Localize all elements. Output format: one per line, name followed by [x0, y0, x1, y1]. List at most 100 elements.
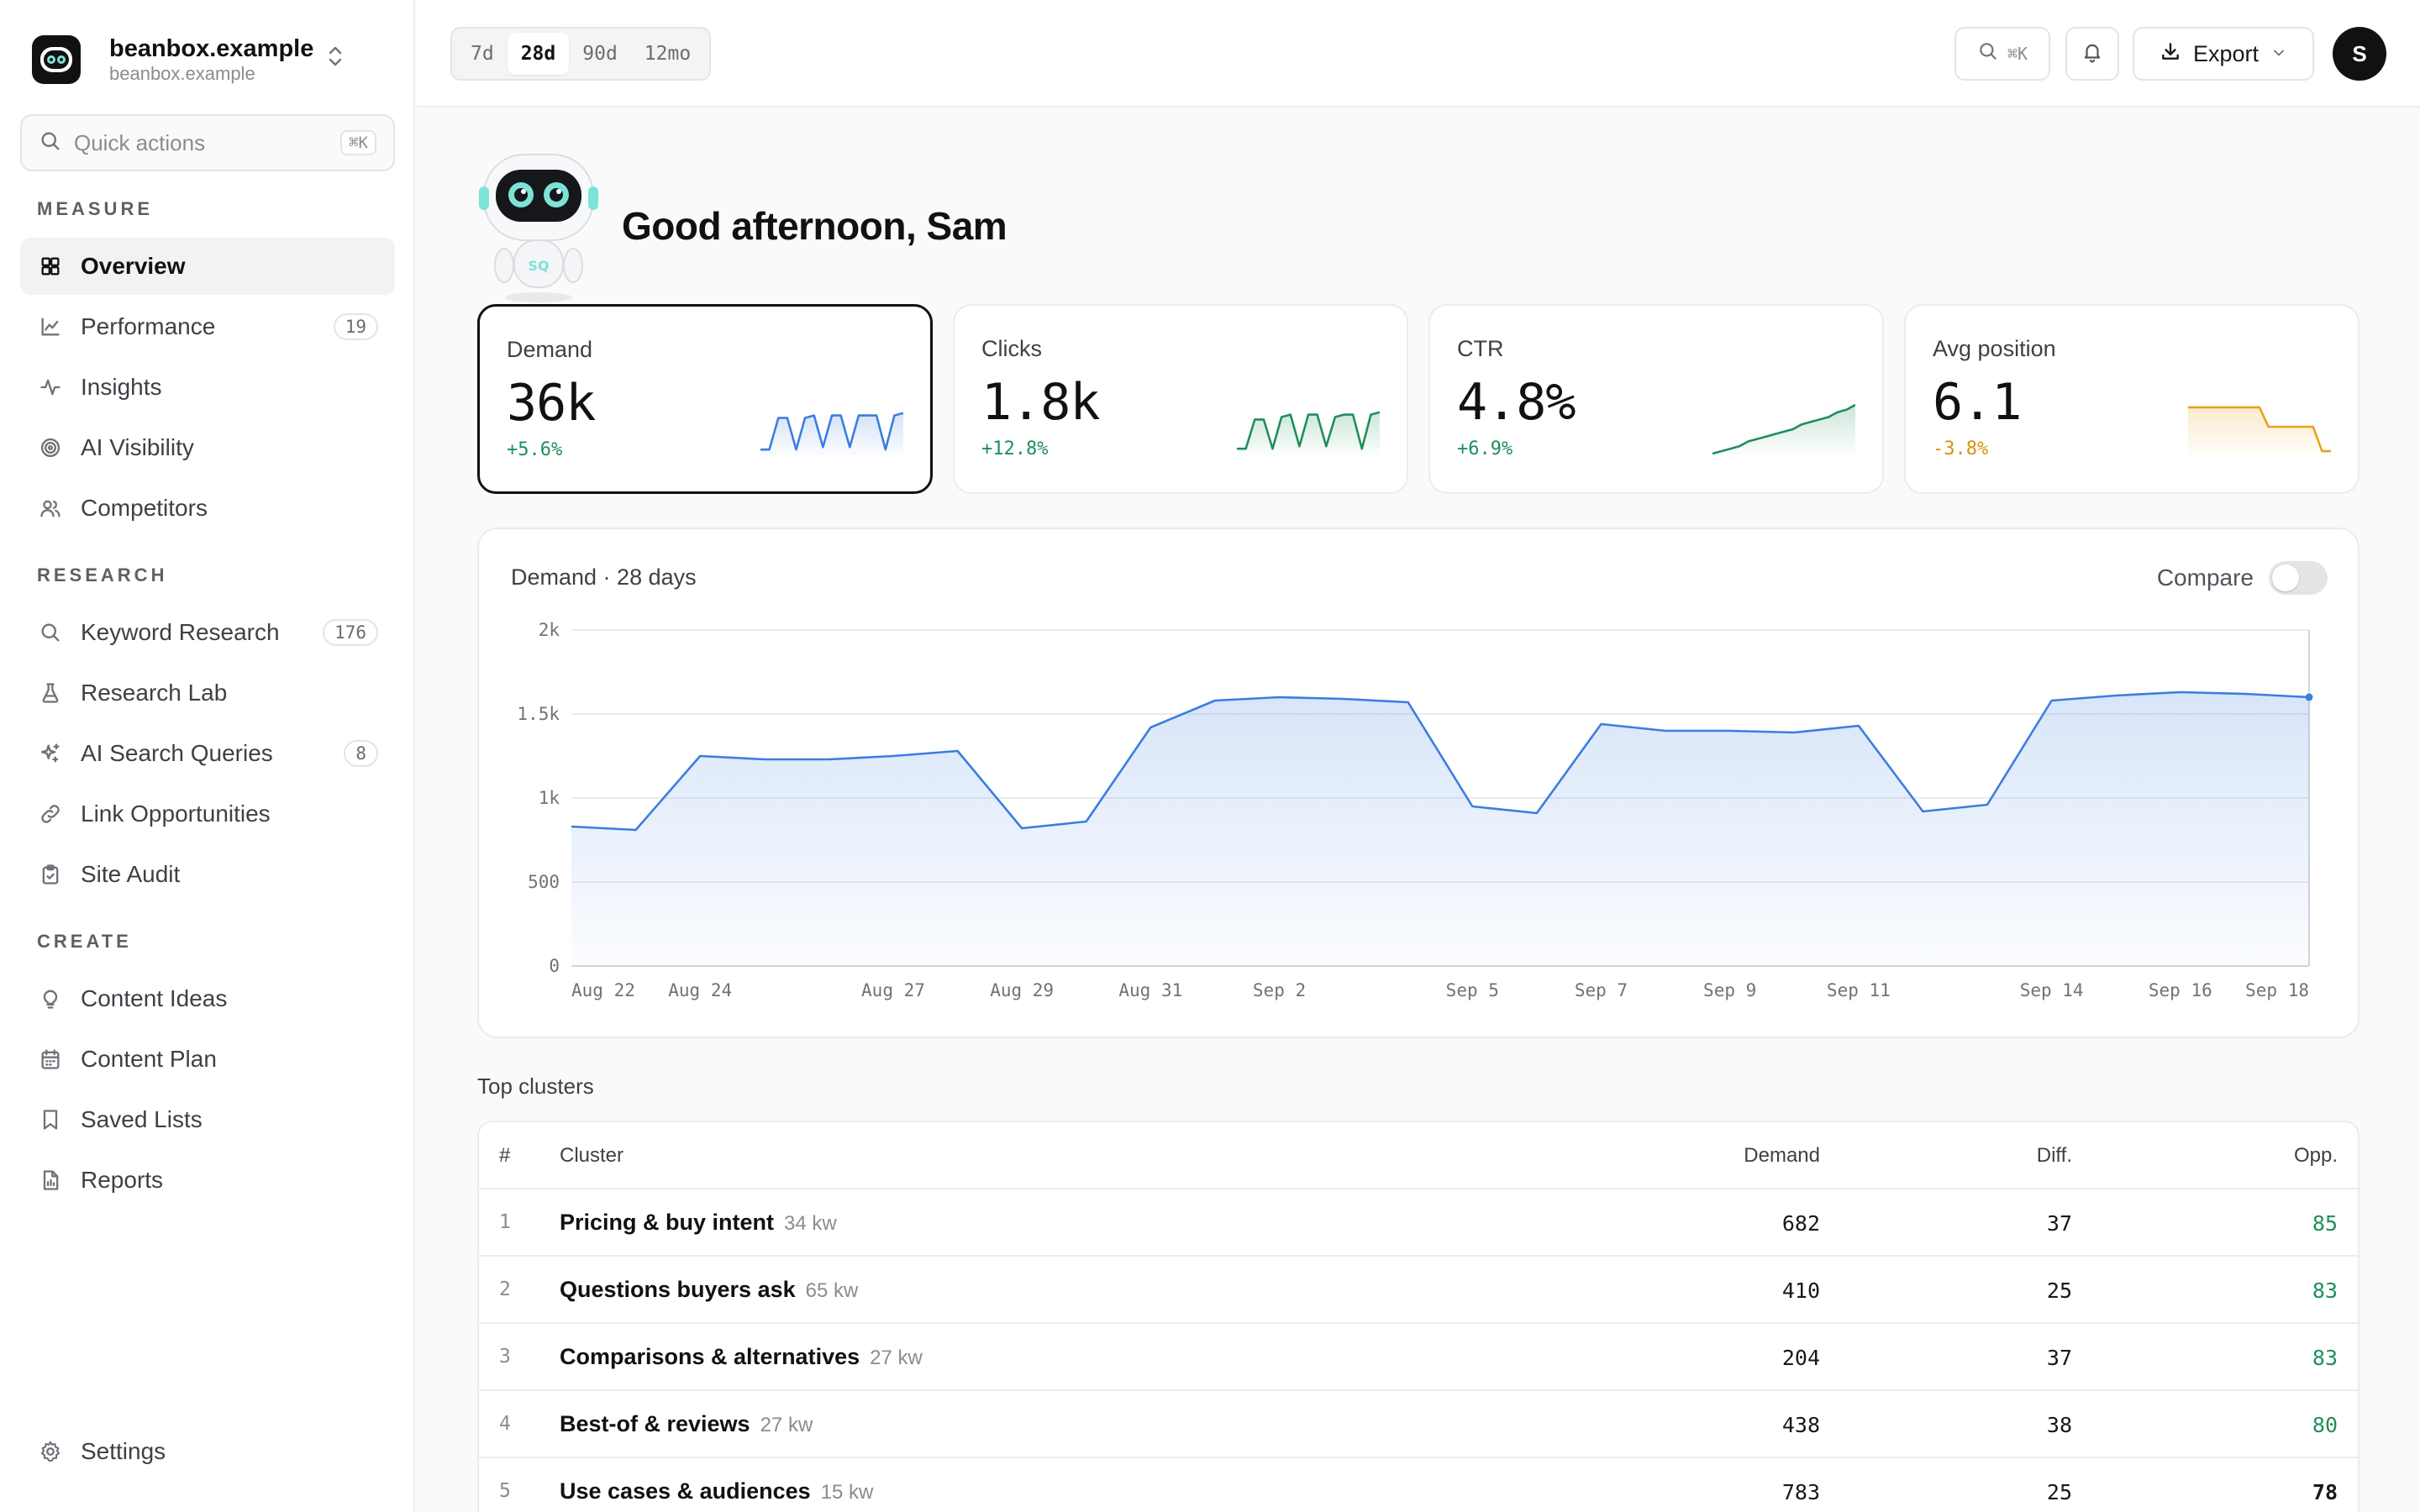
y-tick-label: 500 — [528, 872, 560, 892]
table-row[interactable]: 1 Pricing & buy intent 34 kw 682 37 85 — [479, 1189, 2358, 1257]
clipboard-icon — [37, 861, 64, 888]
header-demand[interactable]: Demand — [1744, 1144, 1820, 1168]
settings-label: Settings — [81, 1438, 166, 1464]
cell-diff: 37 — [2046, 1211, 2072, 1236]
sidebar-item-label: Reports — [81, 1167, 164, 1193]
cell-rank: 1 — [499, 1211, 511, 1233]
kpi-sparkline — [1237, 411, 1380, 459]
link-icon — [37, 801, 64, 827]
sidebar-item-competitors[interactable]: Competitors — [20, 480, 395, 537]
sidebar-item-ai-visibility[interactable]: AI Visibility — [20, 419, 395, 476]
cell-diff: 37 — [2046, 1346, 2072, 1370]
table-row[interactable]: 4 Best-of & reviews 27 kw 438 38 80 — [479, 1391, 2358, 1458]
header-cluster[interactable]: Cluster — [560, 1144, 623, 1168]
kpi-card-clicks[interactable]: Clicks 1.8k +12.8% — [953, 304, 1408, 494]
user-avatar[interactable]: S — [2333, 27, 2386, 81]
export-label: Export — [2192, 40, 2260, 66]
sidebar-item-label: Keyword Research — [81, 619, 280, 645]
sidebar-item-insights[interactable]: Insights — [20, 359, 395, 416]
cell-cluster: Best-of & reviews 27 kw — [560, 1411, 813, 1437]
quick-actions-shortcut: ⌘K — [340, 130, 376, 155]
notifications-button[interactable] — [2065, 27, 2119, 81]
sidebar-item-content-plan[interactable]: Content Plan — [20, 1031, 395, 1088]
sidebar-item-saved-lists[interactable]: Saved Lists — [20, 1091, 395, 1148]
kpi-delta: +5.6% — [507, 439, 563, 460]
calendar-icon — [37, 1046, 64, 1073]
flask-icon — [37, 680, 64, 706]
cell-rank: 5 — [499, 1480, 511, 1502]
cell-diff: 38 — [2046, 1413, 2072, 1437]
sidebar-item-label: Research Lab — [81, 680, 228, 706]
sidebar-item-label: AI Visibility — [81, 434, 194, 460]
sidebar-item-overview[interactable]: Overview — [20, 238, 395, 295]
x-tick-label: Aug 27 — [861, 980, 925, 1000]
mascot-badge-text: SQ — [528, 258, 549, 274]
range-12mo[interactable]: 12mo — [631, 33, 704, 75]
clusters-table: # Cluster Demand Diff. Opp. 1 Pricing & b… — [477, 1121, 2360, 1512]
range-7d[interactable]: 7d — [457, 33, 508, 75]
table-row[interactable]: 5 Use cases & audiences 15 kw 783 25 78 — [479, 1458, 2358, 1512]
section-label-measure: MEASURE — [37, 198, 154, 219]
cluster-keyword-count: 15 kw — [820, 1481, 874, 1504]
sidebar-item-label: Link Opportunities — [81, 801, 271, 827]
download-icon — [2160, 40, 2181, 68]
x-tick-label: Aug 29 — [990, 980, 1054, 1000]
sidebar-item-research-lab[interactable]: Research Lab — [20, 664, 395, 722]
sidebar-item-settings[interactable]: Settings — [20, 1423, 395, 1480]
kpi-sparkline — [2188, 406, 2331, 459]
kpi-card-demand[interactable]: Demand 36k +5.6% — [477, 304, 933, 494]
quick-actions-input[interactable]: Quick actions ⌘K — [20, 114, 395, 171]
x-tick-label: Aug 31 — [1118, 980, 1182, 1000]
range-90d[interactable]: 90d — [569, 33, 631, 75]
sidebar-item-site-audit[interactable]: Site Audit — [20, 846, 395, 903]
workspace-switcher[interactable]: beanbox.example beanbox.example — [32, 32, 402, 87]
sidebar-item-keyword-research[interactable]: Keyword Research 176 — [20, 604, 395, 661]
kpi-sparkline — [760, 412, 903, 459]
section-label-create: CREATE — [37, 931, 132, 952]
sidebar-item-reports[interactable]: Reports — [20, 1152, 395, 1209]
kpi-card-ctr[interactable]: CTR 4.8% +6.9% — [1428, 304, 1884, 494]
kpi-card-avg-position[interactable]: Avg position 6.1 -3.8% — [1904, 304, 2360, 494]
cluster-keyword-count: 34 kw — [784, 1212, 837, 1235]
search-icon — [37, 619, 64, 646]
cell-demand: 410 — [1781, 1278, 1820, 1303]
cell-rank: 2 — [499, 1278, 511, 1300]
report-icon — [37, 1167, 64, 1194]
header-opp[interactable]: Opp. — [2294, 1144, 2338, 1168]
cell-opp: 83 — [2312, 1278, 2338, 1303]
date-range-selector: 7d 28d 90d 12mo — [450, 27, 712, 81]
line-chart-icon — [37, 313, 64, 340]
global-search-button[interactable]: ⌘K — [1954, 27, 2050, 81]
table-row[interactable]: 2 Questions buyers ask 65 kw 410 25 83 — [479, 1257, 2358, 1324]
cell-demand: 204 — [1781, 1346, 1820, 1370]
search-shortcut: ⌘K — [2007, 44, 2028, 64]
kpi-sparkline — [1712, 403, 1855, 459]
table-row[interactable]: 3 Comparisons & alternatives 27 kw 204 37 83 — [479, 1324, 2358, 1391]
sidebar-item-link-opportunities[interactable]: Link Opportunities — [20, 785, 395, 843]
y-tick-label: 1k — [539, 788, 560, 808]
cluster-name: Best-of & reviews — [560, 1411, 750, 1436]
clusters-title: Top clusters — [477, 1074, 594, 1099]
cluster-name: Comparisons & alternatives — [560, 1344, 860, 1369]
sidebar-item-ai-search-queries[interactable]: AI Search Queries 8 — [20, 725, 395, 782]
export-button[interactable]: Export — [2133, 27, 2314, 81]
sidebar-item-label: Overview — [81, 253, 186, 279]
kpi-label: Clicks — [981, 336, 1042, 361]
sidebar: beanbox.example beanbox.example Quick ac… — [0, 0, 415, 1512]
range-28d[interactable]: 28d — [507, 33, 570, 75]
header-diff[interactable]: Diff. — [2037, 1144, 2072, 1168]
x-tick-label: Aug 24 — [668, 980, 732, 1000]
kpi-delta: +12.8% — [981, 438, 1049, 459]
users-icon — [37, 495, 64, 522]
kpi-delta: -3.8% — [1933, 438, 1989, 459]
sidebar-item-content-ideas[interactable]: Content Ideas — [20, 970, 395, 1027]
greeting-title: Good afternoon, Sam — [622, 204, 1007, 248]
kpi-label: Avg position — [1933, 336, 2056, 361]
cluster-name: Pricing & buy intent — [560, 1210, 775, 1235]
count-badge: 176 — [323, 619, 378, 646]
cluster-keyword-count: 27 kw — [760, 1414, 813, 1436]
demand-point[interactable] — [2305, 693, 2313, 701]
x-tick-label: Aug 22 — [571, 980, 635, 1000]
sidebar-item-performance[interactable]: Performance 19 — [20, 298, 395, 355]
bookmark-icon — [37, 1106, 64, 1133]
